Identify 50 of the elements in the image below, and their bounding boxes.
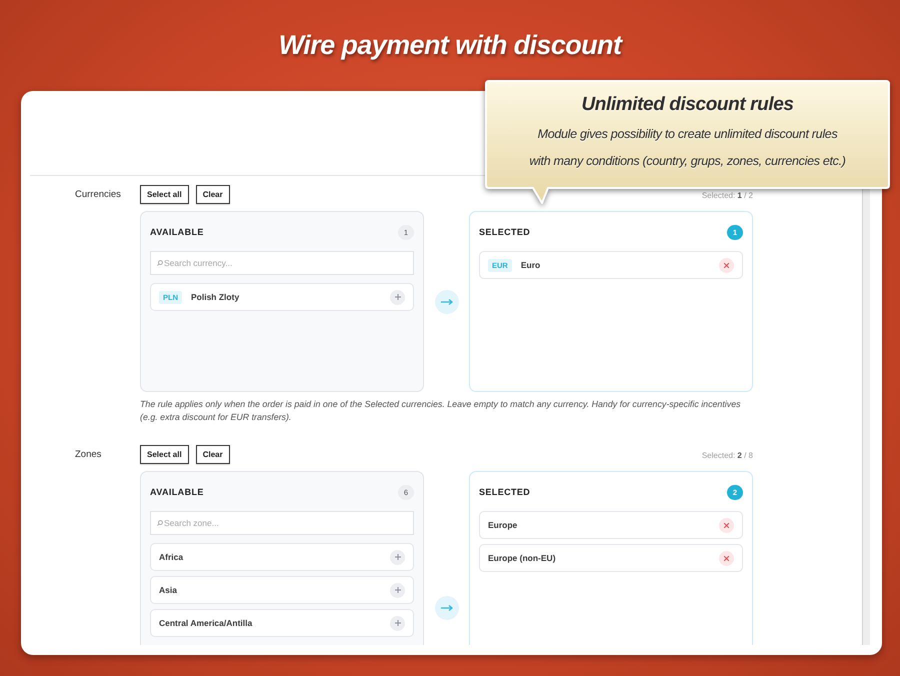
arrow-right-icon — [440, 298, 452, 304]
callout-text: Module gives possibility to create unlimited discount rules with many conditions (country, grups, zones, currencies etc.) — [528, 126, 847, 170]
item-name: Euro — [520, 260, 540, 270]
item-name: Africa — [159, 552, 184, 562]
select-all-button[interactable]: Select all — [140, 185, 189, 204]
panel-title: SELECTED — [479, 487, 530, 497]
selection-count: Selected: 2 / 8 — [702, 451, 753, 460]
selection-count: Selected: 1 / 2 — [702, 191, 753, 200]
select-all-button[interactable]: Select all — [140, 445, 189, 464]
add-button[interactable] — [390, 550, 405, 564]
item-name: Central America/Antilla — [159, 618, 252, 628]
list-item[interactable]: Europe (non-EU) — [479, 544, 743, 572]
plus-icon — [394, 587, 400, 593]
item-name: Europe — [488, 520, 518, 530]
list-item[interactable]: Africa — [150, 543, 414, 571]
move-button[interactable] — [434, 290, 458, 314]
search-icon — [157, 260, 163, 266]
field-label: Currencies — [75, 189, 121, 200]
search-field[interactable]: Search zone... — [150, 511, 414, 535]
panel-title: AVAILABLE — [150, 487, 204, 497]
plus-icon — [394, 620, 400, 626]
panel-title: SELECTED — [479, 227, 530, 237]
add-button[interactable] — [390, 616, 405, 630]
plus-icon — [394, 554, 400, 560]
add-button[interactable] — [390, 582, 405, 598]
list-item[interactable]: Europe — [479, 511, 743, 539]
remove-button[interactable] — [719, 550, 734, 566]
list-item[interactable]: Central America/Antilla — [150, 609, 414, 637]
item-name: Asia — [159, 585, 177, 595]
callout-title: Unlimited discount rules — [580, 93, 795, 117]
item-name: Europe (non-EU) — [488, 553, 556, 563]
panel-title: AVAILABLE — [150, 227, 204, 237]
search-icon — [157, 520, 163, 526]
list-item[interactable]: Asia — [150, 576, 414, 604]
field-label: Zones — [75, 449, 102, 460]
move-button[interactable] — [434, 596, 458, 620]
search-field[interactable]: Search currency... — [150, 251, 414, 275]
item-name: Polish Zloty — [191, 292, 240, 302]
arrow-right-icon — [440, 605, 452, 611]
remove-button[interactable] — [719, 258, 734, 272]
remove-button[interactable] — [719, 518, 734, 532]
close-icon — [724, 522, 729, 528]
add-button[interactable] — [390, 290, 405, 304]
clear-button[interactable]: Clear — [196, 185, 230, 204]
help-text: The rule applies only when the order is paid in one of the Selected currencies. Leave empty to match any currency. Handy for currency-specific incentives (e.g. extra discount for EUR transfers). — [140, 398, 742, 424]
close-icon — [724, 556, 729, 560]
plus-icon — [394, 294, 400, 300]
clear-button[interactable]: Clear — [196, 445, 230, 464]
close-icon — [724, 262, 729, 268]
page-title: Wire payment with discount — [278, 30, 622, 60]
